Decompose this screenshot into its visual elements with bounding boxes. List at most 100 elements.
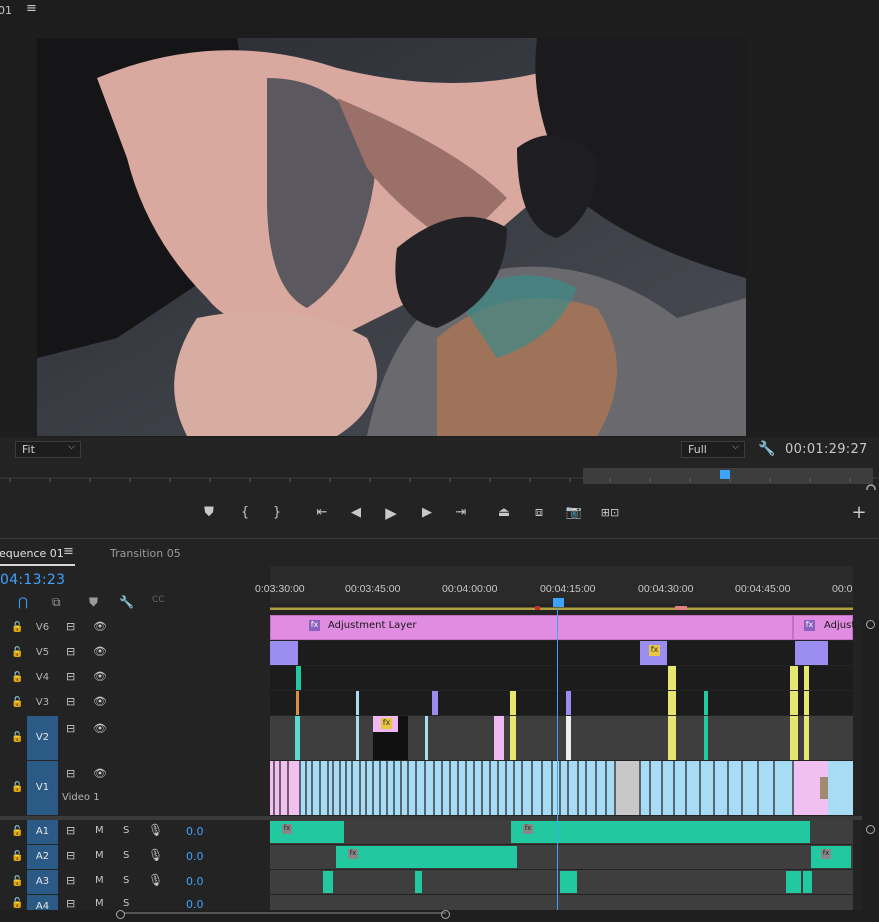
go-to-in-icon[interactable]: ⇤ (311, 502, 333, 524)
video-clip[interactable] (356, 716, 359, 760)
sync-lock-icon[interactable]: ⊟ (66, 849, 75, 862)
track-lane[interactable] (270, 870, 853, 894)
video-clip[interactable] (432, 691, 438, 715)
eye-icon[interactable]: 👁 (93, 670, 107, 683)
track-volume[interactable]: 0.0 (186, 850, 204, 863)
lock-icon[interactable]: 🔓 (11, 876, 23, 887)
sync-lock-icon[interactable]: ⊟ (66, 824, 75, 837)
mark-in-icon[interactable]: { (234, 502, 256, 524)
track-name[interactable]: V6 (27, 615, 58, 640)
add-marker-icon[interactable]: ⛊ (198, 502, 220, 524)
track-name[interactable]: A2 (27, 845, 58, 869)
export-frame-icon[interactable]: 📷 (563, 502, 585, 524)
sync-lock-icon[interactable]: ⊟ (66, 620, 75, 633)
solo-button[interactable]: S (123, 850, 129, 861)
solo-button[interactable]: S (123, 875, 129, 886)
track-name[interactable]: V4 (27, 666, 58, 690)
adjustment-layer-clip[interactable]: fx Adjustment Layer (270, 615, 793, 640)
microphone-icon[interactable]: 🎙 (148, 873, 163, 887)
eye-icon[interactable]: 👁 (93, 645, 107, 658)
video-clip[interactable] (668, 666, 676, 690)
video-clip[interactable] (494, 716, 504, 760)
v1-clip-strip[interactable] (270, 761, 853, 815)
track-name[interactable]: V3 (27, 691, 58, 715)
track-lane[interactable] (270, 691, 853, 715)
mark-out-icon[interactable]: } (266, 502, 288, 524)
sync-lock-icon[interactable]: ⊟ (66, 897, 75, 910)
sync-lock-icon[interactable]: ⊟ (66, 670, 75, 683)
solo-button[interactable]: S (123, 898, 129, 909)
track-name[interactable]: A4 (27, 895, 58, 910)
snap-icon[interactable]: ⋂ (18, 595, 28, 609)
lock-icon[interactable]: 🔓 (11, 697, 23, 708)
scroll-handle-right[interactable] (441, 910, 450, 919)
track-lane[interactable]: fx (270, 641, 853, 665)
microphone-icon[interactable]: 🎙 (148, 848, 163, 862)
track-name[interactable]: V2 (27, 716, 58, 760)
captions-icon[interactable]: CC (152, 595, 165, 605)
track-lane[interactable] (270, 666, 853, 690)
linked-selection-icon[interactable]: ⧉ (52, 595, 61, 610)
sequence-timecode[interactable]: 04:13:23 (0, 572, 65, 588)
track-lane[interactable]: fx (270, 716, 853, 760)
lock-icon[interactable]: 🔓 (11, 782, 23, 793)
audio-clip[interactable] (560, 871, 577, 893)
track-lane[interactable] (270, 761, 853, 815)
mute-button[interactable]: M (95, 875, 104, 886)
video-clip[interactable] (795, 641, 828, 665)
go-to-out-icon[interactable]: ⇥ (450, 502, 472, 524)
audio-clip[interactable] (323, 871, 333, 893)
horizontal-scrollbar[interactable] (0, 910, 879, 922)
video-clip[interactable] (510, 716, 516, 760)
track-lane[interactable] (270, 895, 853, 910)
sync-lock-icon[interactable]: ⊟ (66, 722, 75, 735)
scroll-handle-left[interactable] (116, 910, 125, 919)
solo-button[interactable]: S (123, 825, 129, 836)
play-icon[interactable]: ▶ (380, 502, 402, 524)
sync-lock-icon[interactable]: ⊟ (66, 645, 75, 658)
audio-clip[interactable]: fx (270, 821, 344, 843)
eye-icon[interactable]: 👁 (93, 767, 107, 780)
fit-dropdown[interactable]: Fit ⌵ (15, 441, 81, 458)
eye-icon[interactable]: 👁 (93, 722, 107, 735)
audio-clip[interactable] (803, 871, 812, 893)
resolution-dropdown[interactable]: Full ⌵ (681, 441, 745, 458)
timeline-settings-wrench-icon[interactable]: 🔧 (119, 595, 134, 609)
track-lane[interactable]: fx fx (270, 845, 853, 869)
lock-icon[interactable]: 🔓 (11, 826, 23, 837)
video-clip[interactable] (356, 691, 359, 715)
track-volume[interactable]: 0.0 (186, 898, 204, 910)
playhead-timecode[interactable]: 00:01:29:27 (785, 442, 868, 457)
track-name[interactable]: A1 (27, 820, 58, 844)
step-back-icon[interactable]: ◀︎ (345, 502, 367, 524)
video-clip[interactable]: fx (640, 641, 667, 665)
track-volume[interactable]: 0.0 (186, 825, 204, 838)
video-clip[interactable] (566, 691, 571, 715)
audio-clip[interactable]: fx (811, 846, 851, 868)
lock-icon[interactable]: 🔓 (11, 622, 23, 633)
track-name[interactable]: V1 (27, 761, 58, 815)
video-clip[interactable] (566, 716, 571, 760)
audio-clip[interactable]: fx (336, 846, 517, 868)
lock-icon[interactable]: 🔓 (11, 732, 23, 743)
scroll-handle-top[interactable] (866, 620, 875, 629)
eye-icon[interactable]: 👁 (93, 695, 107, 708)
microphone-icon[interactable]: 🎙 (148, 823, 163, 837)
video-clip[interactable] (510, 691, 516, 715)
lock-icon[interactable]: 🔓 (11, 898, 23, 909)
extract-icon[interactable]: ⧈ (528, 502, 550, 524)
track-name[interactable]: A3 (27, 870, 58, 894)
panel-menu-icon[interactable]: ≡ (26, 1, 37, 16)
audio-clip[interactable] (415, 871, 422, 893)
tab-transition-05[interactable]: Transition 05 (110, 547, 181, 560)
video-clip[interactable] (704, 691, 708, 715)
scroll-handle-bottom[interactable] (866, 825, 875, 834)
video-clip[interactable] (668, 691, 676, 715)
video-clip[interactable] (668, 716, 676, 760)
wrench-icon[interactable]: 🔧 (758, 441, 775, 457)
lift-icon[interactable]: ⏏ (493, 502, 515, 524)
mute-button[interactable]: M (95, 850, 104, 861)
track-name[interactable]: V5 (27, 641, 58, 665)
video-clip[interactable] (270, 641, 298, 665)
audio-clip[interactable] (786, 871, 801, 893)
